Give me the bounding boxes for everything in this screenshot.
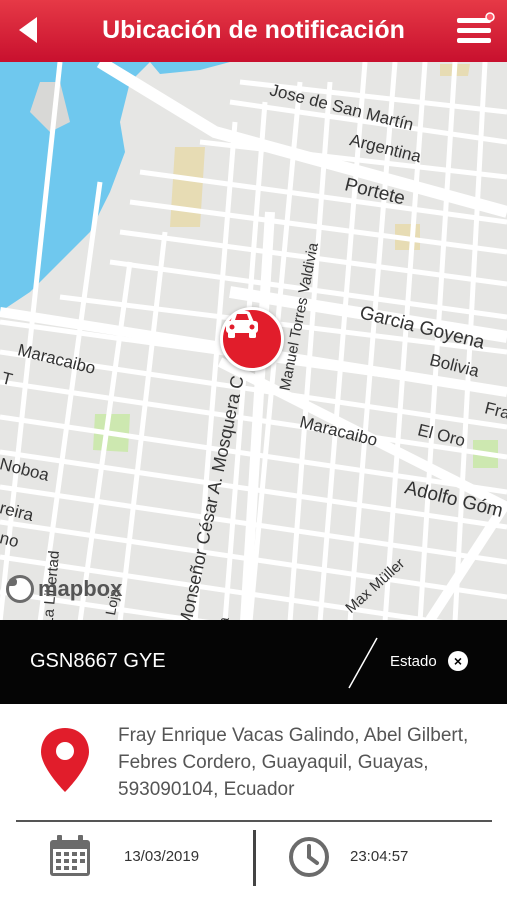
- notification-date: 13/03/2019: [124, 848, 200, 865]
- vehicle-plate: GSN8667 GYE: [30, 650, 166, 672]
- notification-time: 23:04:57: [350, 848, 409, 865]
- back-button[interactable]: [6, 8, 50, 52]
- close-icon[interactable]: ×: [448, 651, 468, 671]
- vehicle-bar: GSN8667 GYE Estado ×: [0, 620, 507, 704]
- menu-button[interactable]: [453, 8, 497, 52]
- app-header: Ubicación de notificación: [0, 0, 507, 62]
- location-pin-icon: [41, 728, 89, 792]
- map-view[interactable]: Jose de San Martín Argentina Portete Man…: [0, 62, 507, 620]
- mapbox-logo-icon: [6, 575, 34, 603]
- car-icon: [226, 311, 258, 338]
- vehicle-location-marker[interactable]: [220, 307, 284, 371]
- address-text: Fray Enrique Vacas Galindo, Abel Gilbert…: [118, 725, 469, 800]
- datetime-section: 13/03/2019 23:04:57: [0, 822, 507, 900]
- hamburger-menu-icon: [457, 12, 495, 43]
- back-arrow-icon: [19, 17, 37, 43]
- slash-divider: [348, 637, 378, 689]
- vertical-divider: [253, 830, 256, 886]
- mapbox-label: mapbox: [38, 576, 123, 601]
- page-title: Ubicación de notificación: [102, 16, 405, 44]
- mapbox-attribution[interactable]: mapbox: [6, 575, 122, 603]
- calendar-icon: [50, 835, 90, 876]
- clock-icon: [289, 837, 329, 877]
- address-section: Fray Enrique Vacas Galindo, Abel Gilbert…: [0, 704, 507, 820]
- status-label: Estado: [390, 653, 437, 670]
